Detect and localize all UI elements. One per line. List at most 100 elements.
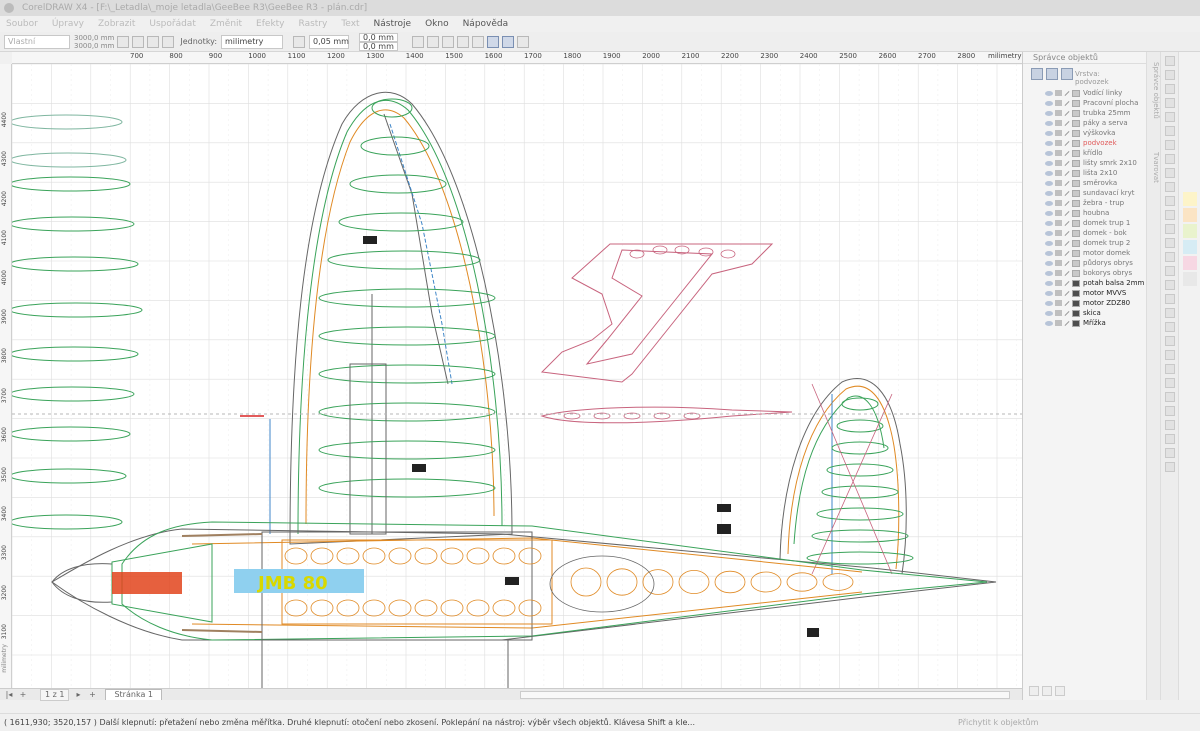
eye-icon[interactable] [1045, 270, 1053, 276]
printer-icon[interactable] [1055, 120, 1062, 126]
tool-icon[interactable] [1165, 350, 1175, 360]
printer-icon[interactable] [1055, 110, 1062, 116]
layer-name[interactable]: bokorys obrys [1083, 269, 1132, 277]
printer-icon[interactable] [1055, 190, 1062, 196]
printer-icon[interactable] [1055, 210, 1062, 216]
printer-icon[interactable] [1055, 290, 1062, 296]
menu-item-5[interactable]: Efekty [256, 19, 284, 29]
docker-tab-0[interactable]: Správce objektů [1148, 62, 1160, 119]
layer-row[interactable]: motor domek [1031, 248, 1145, 258]
layer-name[interactable]: páky a serva [1083, 119, 1128, 127]
pencil-icon[interactable] [1064, 160, 1070, 166]
menu-item-8[interactable]: Nástroje [374, 19, 412, 29]
menu-item-1[interactable]: Úpravy [52, 19, 84, 29]
eye-icon[interactable] [1045, 210, 1053, 216]
layer-name[interactable]: houbna [1083, 209, 1109, 217]
eye-icon[interactable] [1045, 240, 1053, 246]
new-layer-icon[interactable] [1029, 686, 1039, 696]
layer-row[interactable]: lišty smrk 2x10 [1031, 158, 1145, 168]
printer-icon[interactable] [1055, 230, 1062, 236]
tool-icon[interactable] [1165, 252, 1175, 262]
menu-item-9[interactable]: Okno [425, 19, 449, 29]
eye-icon[interactable] [1045, 100, 1053, 106]
tool-icon[interactable] [1165, 280, 1175, 290]
pencil-icon[interactable] [1064, 100, 1070, 106]
layer-name[interactable]: výškovka [1083, 129, 1115, 137]
pencil-icon[interactable] [1064, 250, 1070, 256]
vertical-ruler[interactable]: 4400 4300 4200 4100 4000 3900 3800 3700 3600 3500… [0, 64, 12, 688]
layer-name[interactable]: směrovka [1083, 179, 1117, 187]
tool-icon[interactable] [1165, 70, 1175, 80]
layer-name[interactable]: podvozek [1083, 139, 1117, 147]
pencil-icon[interactable] [1064, 220, 1070, 226]
layer-name[interactable]: domek - bok [1083, 229, 1127, 237]
layer-name[interactable]: domek trup 2 [1083, 239, 1130, 247]
layer-row[interactable]: domek trup 2 [1031, 238, 1145, 248]
layer-row[interactable]: páky a serva [1031, 118, 1145, 128]
next-page-icon[interactable]: ▸ [73, 690, 83, 699]
show-properties-icon[interactable] [1031, 68, 1043, 80]
eye-icon[interactable] [1045, 120, 1053, 126]
layer-row[interactable]: bokorys obrys [1031, 268, 1145, 278]
pencil-icon[interactable] [1064, 170, 1070, 176]
add-page-after-icon[interactable]: + [87, 690, 97, 699]
layer-row[interactable]: podvozek [1031, 138, 1145, 148]
eye-icon[interactable] [1045, 310, 1053, 316]
printer-icon[interactable] [1055, 260, 1062, 266]
pencil-icon[interactable] [1064, 260, 1070, 266]
dup-x-field[interactable]: 0,0 mm [359, 32, 398, 42]
layer-name[interactable]: motor MVVS [1083, 289, 1126, 297]
pencil-icon[interactable] [1064, 280, 1070, 286]
pencil-icon[interactable] [1064, 150, 1070, 156]
first-page-icon[interactable]: |◂ [4, 690, 14, 699]
layer-name[interactable]: Mřížka [1083, 319, 1106, 327]
units-select[interactable]: milimetry [221, 34, 284, 49]
pencil-icon[interactable] [1064, 180, 1070, 186]
palette-swatch[interactable] [1183, 256, 1197, 270]
eye-icon[interactable] [1045, 190, 1053, 196]
layer-row[interactable]: houbna [1031, 208, 1145, 218]
new-master-layer-icon[interactable] [1042, 686, 1052, 696]
printer-icon[interactable] [1055, 160, 1062, 166]
printer-icon[interactable] [1055, 90, 1062, 96]
layer-row[interactable]: Mřížka [1031, 318, 1145, 328]
tool-icon[interactable] [1165, 168, 1175, 178]
tool-icon[interactable] [1165, 266, 1175, 276]
edit-across-layers-panel-icon[interactable] [1046, 68, 1058, 80]
pencil-icon[interactable] [1064, 90, 1070, 96]
current-page-icon[interactable] [162, 35, 175, 48]
tool-icon[interactable] [1165, 420, 1175, 430]
nudge-field[interactable]: 0,05 mm [309, 34, 350, 49]
edit-across-layers-icon[interactable] [501, 35, 514, 48]
options-icon[interactable] [516, 35, 529, 48]
tool-icon[interactable] [1165, 434, 1175, 444]
align-icon[interactable] [411, 35, 424, 48]
printer-icon[interactable] [1055, 250, 1062, 256]
eye-icon[interactable] [1045, 140, 1053, 146]
dynamic-guides-icon[interactable] [486, 35, 499, 48]
menu-item-3[interactable]: Uspořádat [149, 19, 195, 29]
drawing-svg[interactable]: JMB 80 [12, 64, 1022, 688]
tool-icon[interactable] [1165, 112, 1175, 122]
docker-tab-1[interactable]: Tvarovat [1148, 152, 1160, 183]
printer-icon[interactable] [1055, 300, 1062, 306]
layer-row[interactable]: domek - bok [1031, 228, 1145, 238]
menu-item-4[interactable]: Změnit [210, 19, 242, 29]
dup-y-field[interactable]: 0,0 mm [359, 41, 398, 51]
tool-icon[interactable] [1165, 448, 1175, 458]
menu-item-10[interactable]: Nápověda [463, 19, 509, 29]
layer-manager-view-icon[interactable] [1061, 68, 1073, 80]
layer-name[interactable]: půdorys obrys [1083, 259, 1133, 267]
eye-icon[interactable] [1045, 290, 1053, 296]
tool-icon[interactable] [1165, 364, 1175, 374]
tool-icon[interactable] [1165, 336, 1175, 346]
layer-name[interactable]: trubka 25mm [1083, 109, 1131, 117]
palette-swatch[interactable] [1183, 192, 1197, 206]
pencil-icon[interactable] [1064, 300, 1070, 306]
page-size-select[interactable]: Vlastní [4, 34, 70, 49]
eye-icon[interactable] [1045, 250, 1053, 256]
snap-grid-icon[interactable] [441, 35, 454, 48]
layer-row[interactable]: skica [1031, 308, 1145, 318]
layer-row[interactable]: žebra - trup [1031, 198, 1145, 208]
menu-item-7[interactable]: Text [341, 19, 359, 29]
